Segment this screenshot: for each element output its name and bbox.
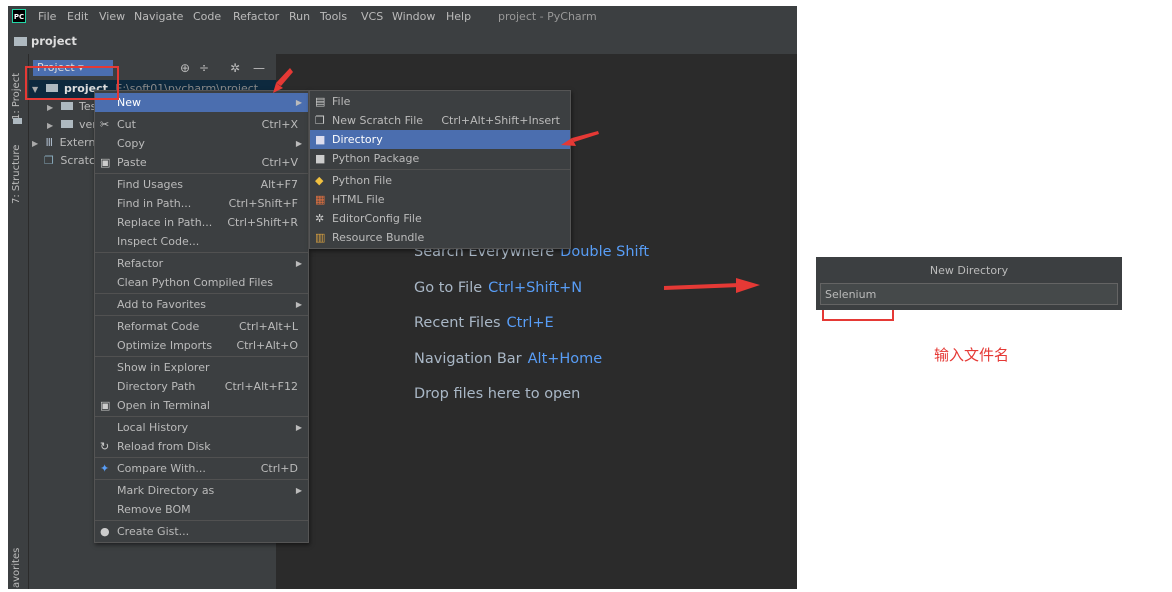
annotation-arrow-1 [273, 68, 293, 93]
directory-name-input[interactable] [820, 283, 1118, 305]
new-directory-dialog: New Directory [816, 257, 1122, 310]
annotation-caption: 输入文件名 [934, 346, 1010, 364]
annotation-arrow-2 [561, 131, 599, 146]
dialog-title: New Directory [929, 264, 1009, 277]
annotation-arrow-3 [664, 278, 760, 293]
